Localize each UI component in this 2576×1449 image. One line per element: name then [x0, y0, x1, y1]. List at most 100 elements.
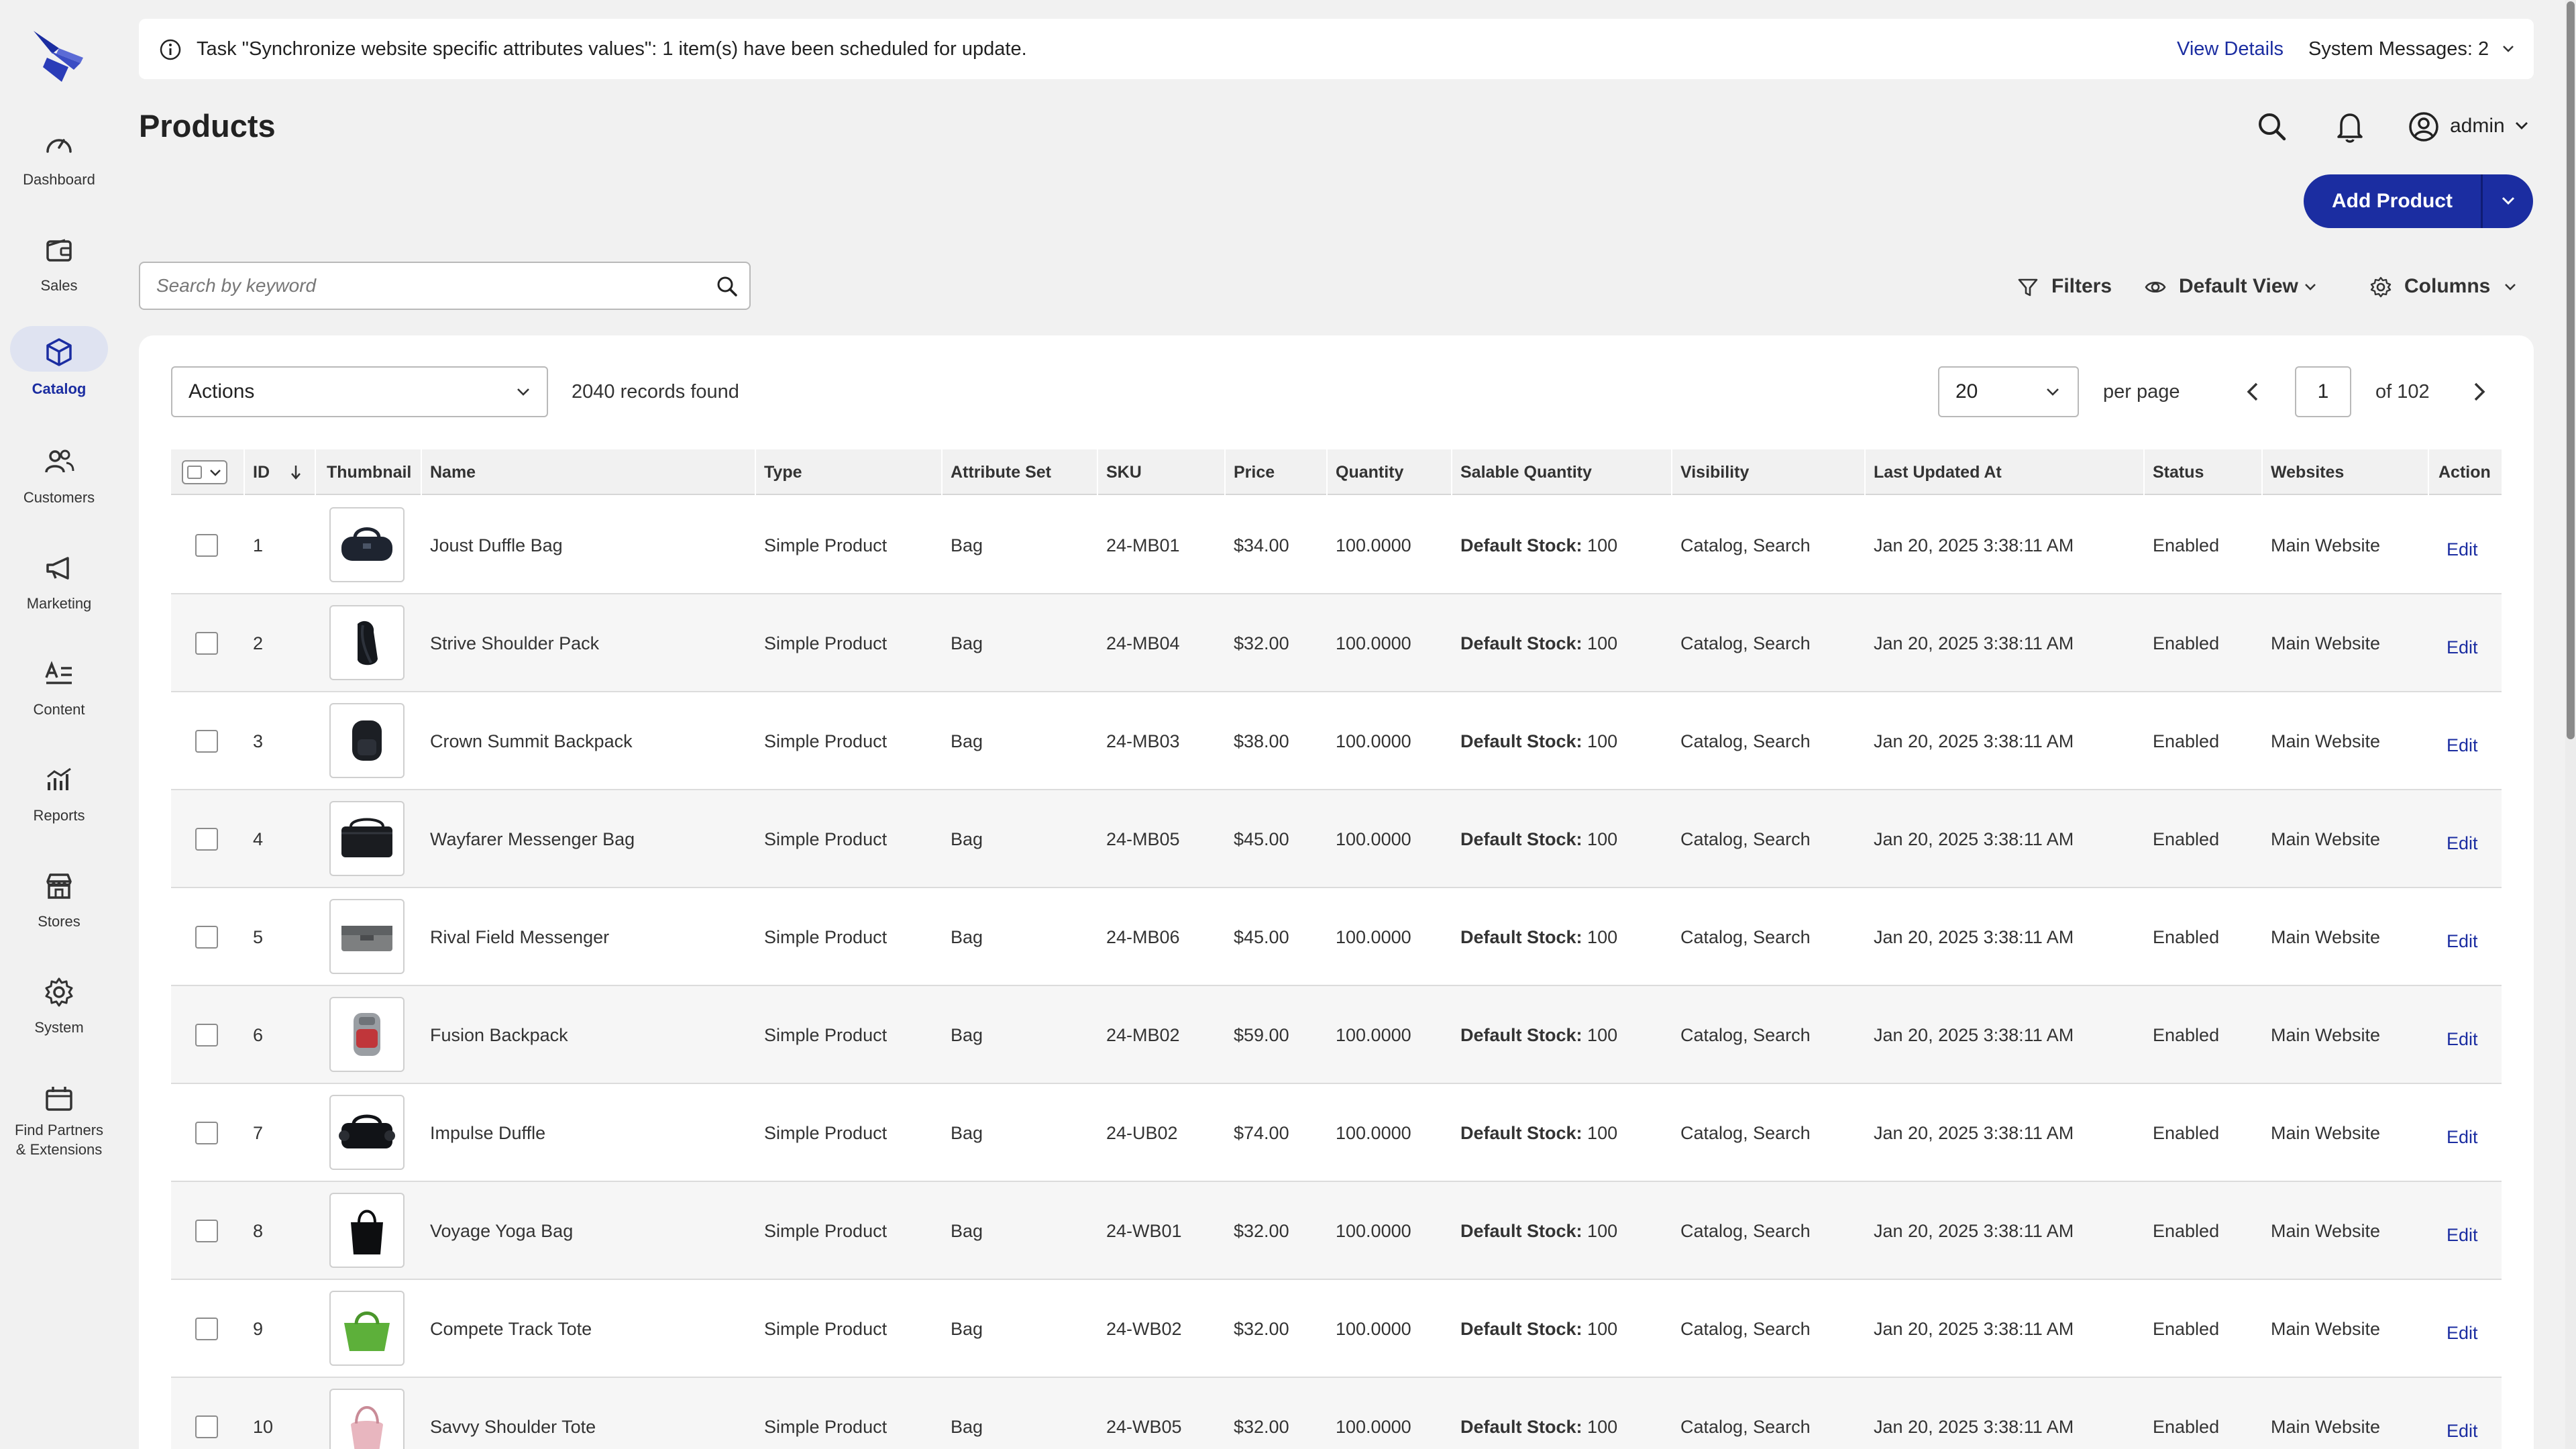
- previous-page-chevron-left-icon[interactable]: [2239, 377, 2268, 407]
- product-thumbnail[interactable]: [329, 1291, 405, 1366]
- sidebar-item-label: Marketing: [26, 595, 92, 612]
- column-header-id[interactable]: ID: [253, 449, 270, 495]
- cell-websites: Main Website: [2271, 731, 2381, 751]
- megaphone-icon: [42, 551, 76, 585]
- notifications-bell-icon[interactable]: [2333, 109, 2367, 145]
- cell-attribute-set: Bag: [951, 927, 983, 947]
- default-view-dropdown[interactable]: Default View: [2144, 270, 2332, 303]
- row-select-checkbox[interactable]: [195, 1122, 218, 1144]
- search-icon[interactable]: [716, 275, 739, 298]
- page-number-input[interactable]: [2295, 366, 2351, 417]
- product-thumbnail[interactable]: [329, 899, 405, 974]
- sidebar-item-system[interactable]: System: [0, 959, 118, 1044]
- cell-salable-quantity: Default Stock: 100: [1460, 1182, 1617, 1280]
- edit-link[interactable]: Edit: [2447, 794, 2478, 892]
- column-header-type[interactable]: Type: [764, 449, 802, 495]
- mass-select-checkbox[interactable]: [182, 460, 227, 484]
- sidebar-item-dashboard[interactable]: Dashboard: [0, 111, 118, 196]
- cell-price: $38.00: [1234, 731, 1289, 751]
- sidebar-item-find-partners[interactable]: Find Partners & Extensions: [0, 1065, 118, 1166]
- salable-stock-label: Default Stock:: [1460, 535, 1582, 555]
- product-thumbnail[interactable]: [329, 1193, 405, 1268]
- edit-link[interactable]: Edit: [2447, 1382, 2478, 1449]
- sidebar-item-catalog[interactable]: Catalog: [0, 315, 118, 400]
- sidebar-item-sales[interactable]: Sales: [0, 217, 118, 302]
- cell-sku: 24-WB05: [1106, 1417, 1182, 1437]
- row-select-checkbox[interactable]: [195, 632, 218, 655]
- user-menu[interactable]: admin: [2450, 111, 2505, 141]
- edit-link[interactable]: Edit: [2447, 990, 2478, 1088]
- edit-link[interactable]: Edit: [2447, 1088, 2478, 1186]
- mass-actions-dropdown[interactable]: Actions: [171, 366, 548, 417]
- salable-stock-value: 100: [1587, 927, 1618, 947]
- chevron-down-icon[interactable]: [2514, 119, 2529, 131]
- row-select-checkbox[interactable]: [195, 926, 218, 949]
- column-header-quantity[interactable]: Quantity: [1336, 449, 1403, 495]
- product-thumbnail[interactable]: [329, 1389, 405, 1449]
- product-thumbnail[interactable]: [329, 703, 405, 778]
- row-select-checkbox[interactable]: [195, 534, 218, 557]
- sort-descending-arrow-icon[interactable]: [289, 463, 303, 482]
- sidebar-item-reports[interactable]: Reports: [0, 747, 118, 832]
- column-header-name[interactable]: Name: [430, 449, 476, 495]
- edit-link[interactable]: Edit: [2447, 598, 2478, 696]
- add-product-button[interactable]: Add Product: [2304, 174, 2481, 228]
- cell-id: 4: [253, 829, 264, 849]
- column-header-salable-quantity: Salable Quantity: [1460, 463, 1592, 482]
- product-thumbnail[interactable]: [329, 1095, 405, 1170]
- sidebar-item-marketing[interactable]: Marketing: [0, 535, 118, 620]
- cell-name: Voyage Yoga Bag: [430, 1221, 574, 1241]
- view-details-link[interactable]: View Details: [2177, 19, 2284, 79]
- filters-button[interactable]: Filters: [2017, 270, 2137, 303]
- column-header-websites: Websites: [2271, 463, 2345, 482]
- cell-last-updated: Jan 20, 2025 3:38:11 AM: [1874, 1417, 2074, 1437]
- edit-link[interactable]: Edit: [2447, 1186, 2478, 1284]
- cell-status: Enabled: [2153, 1319, 2220, 1339]
- cell-attribute-set: Bag: [951, 1319, 983, 1339]
- sidebar-item-content[interactable]: Content: [0, 641, 118, 726]
- column-header-status[interactable]: Status: [2153, 449, 2204, 495]
- column-header-attribute-set[interactable]: Attribute Set: [951, 449, 1051, 495]
- chevron-down-icon[interactable]: [2502, 44, 2515, 54]
- row-select-checkbox[interactable]: [195, 1024, 218, 1046]
- chevron-down-icon: [516, 387, 531, 398]
- product-thumbnail[interactable]: [329, 997, 405, 1072]
- global-search-icon[interactable]: [2255, 110, 2289, 144]
- edit-link[interactable]: Edit: [2447, 1284, 2478, 1382]
- next-page-chevron-right-icon[interactable]: [2464, 377, 2493, 407]
- edit-link[interactable]: Edit: [2447, 892, 2478, 990]
- edit-link[interactable]: Edit: [2447, 500, 2478, 598]
- sidebar-item-stores[interactable]: Stores: [0, 853, 118, 938]
- row-select-checkbox[interactable]: [195, 730, 218, 753]
- cell-visibility: Catalog, Search: [1680, 1319, 1811, 1339]
- cell-name: Strive Shoulder Pack: [430, 633, 600, 653]
- per-page-dropdown[interactable]: 20: [1938, 366, 2079, 417]
- chevron-down-icon: [2502, 197, 2515, 205]
- sidebar: Dashboard Sales Catalog Customers Market…: [0, 0, 118, 1449]
- product-thumbnail[interactable]: [329, 801, 405, 876]
- table-row: 4 Wayfarer Messenger Bag Simple Product …: [171, 790, 2502, 888]
- column-divider: [421, 449, 422, 495]
- column-header-last-updated[interactable]: Last Updated At: [1874, 449, 2002, 495]
- chevron-down-icon: [2304, 282, 2317, 292]
- row-select-checkbox[interactable]: [195, 1415, 218, 1438]
- row-select-checkbox[interactable]: [195, 828, 218, 851]
- product-thumbnail[interactable]: [329, 605, 405, 680]
- product-thumbnail[interactable]: [329, 507, 405, 582]
- columns-dropdown[interactable]: Columns: [2369, 270, 2530, 303]
- column-header-price[interactable]: Price: [1234, 449, 1275, 495]
- add-product-options-button[interactable]: [2483, 174, 2533, 228]
- row-select-checkbox[interactable]: [195, 1318, 218, 1340]
- user-account-icon[interactable]: [2407, 110, 2440, 144]
- app-logo-icon[interactable]: [30, 28, 87, 85]
- page-scrollbar-thumb[interactable]: [2567, 1, 2575, 739]
- cell-sku: 24-MB04: [1106, 633, 1180, 653]
- cell-visibility: Catalog, Search: [1680, 927, 1811, 947]
- column-header-sku[interactable]: SKU: [1106, 449, 1142, 495]
- row-select-checkbox[interactable]: [195, 1220, 218, 1242]
- sidebar-item-customers[interactable]: Customers: [0, 429, 118, 514]
- system-messages-dropdown[interactable]: System Messages: 2: [2308, 19, 2489, 79]
- column-header-visibility[interactable]: Visibility: [1680, 449, 1749, 495]
- search-input[interactable]: [156, 263, 706, 309]
- edit-link[interactable]: Edit: [2447, 696, 2478, 794]
